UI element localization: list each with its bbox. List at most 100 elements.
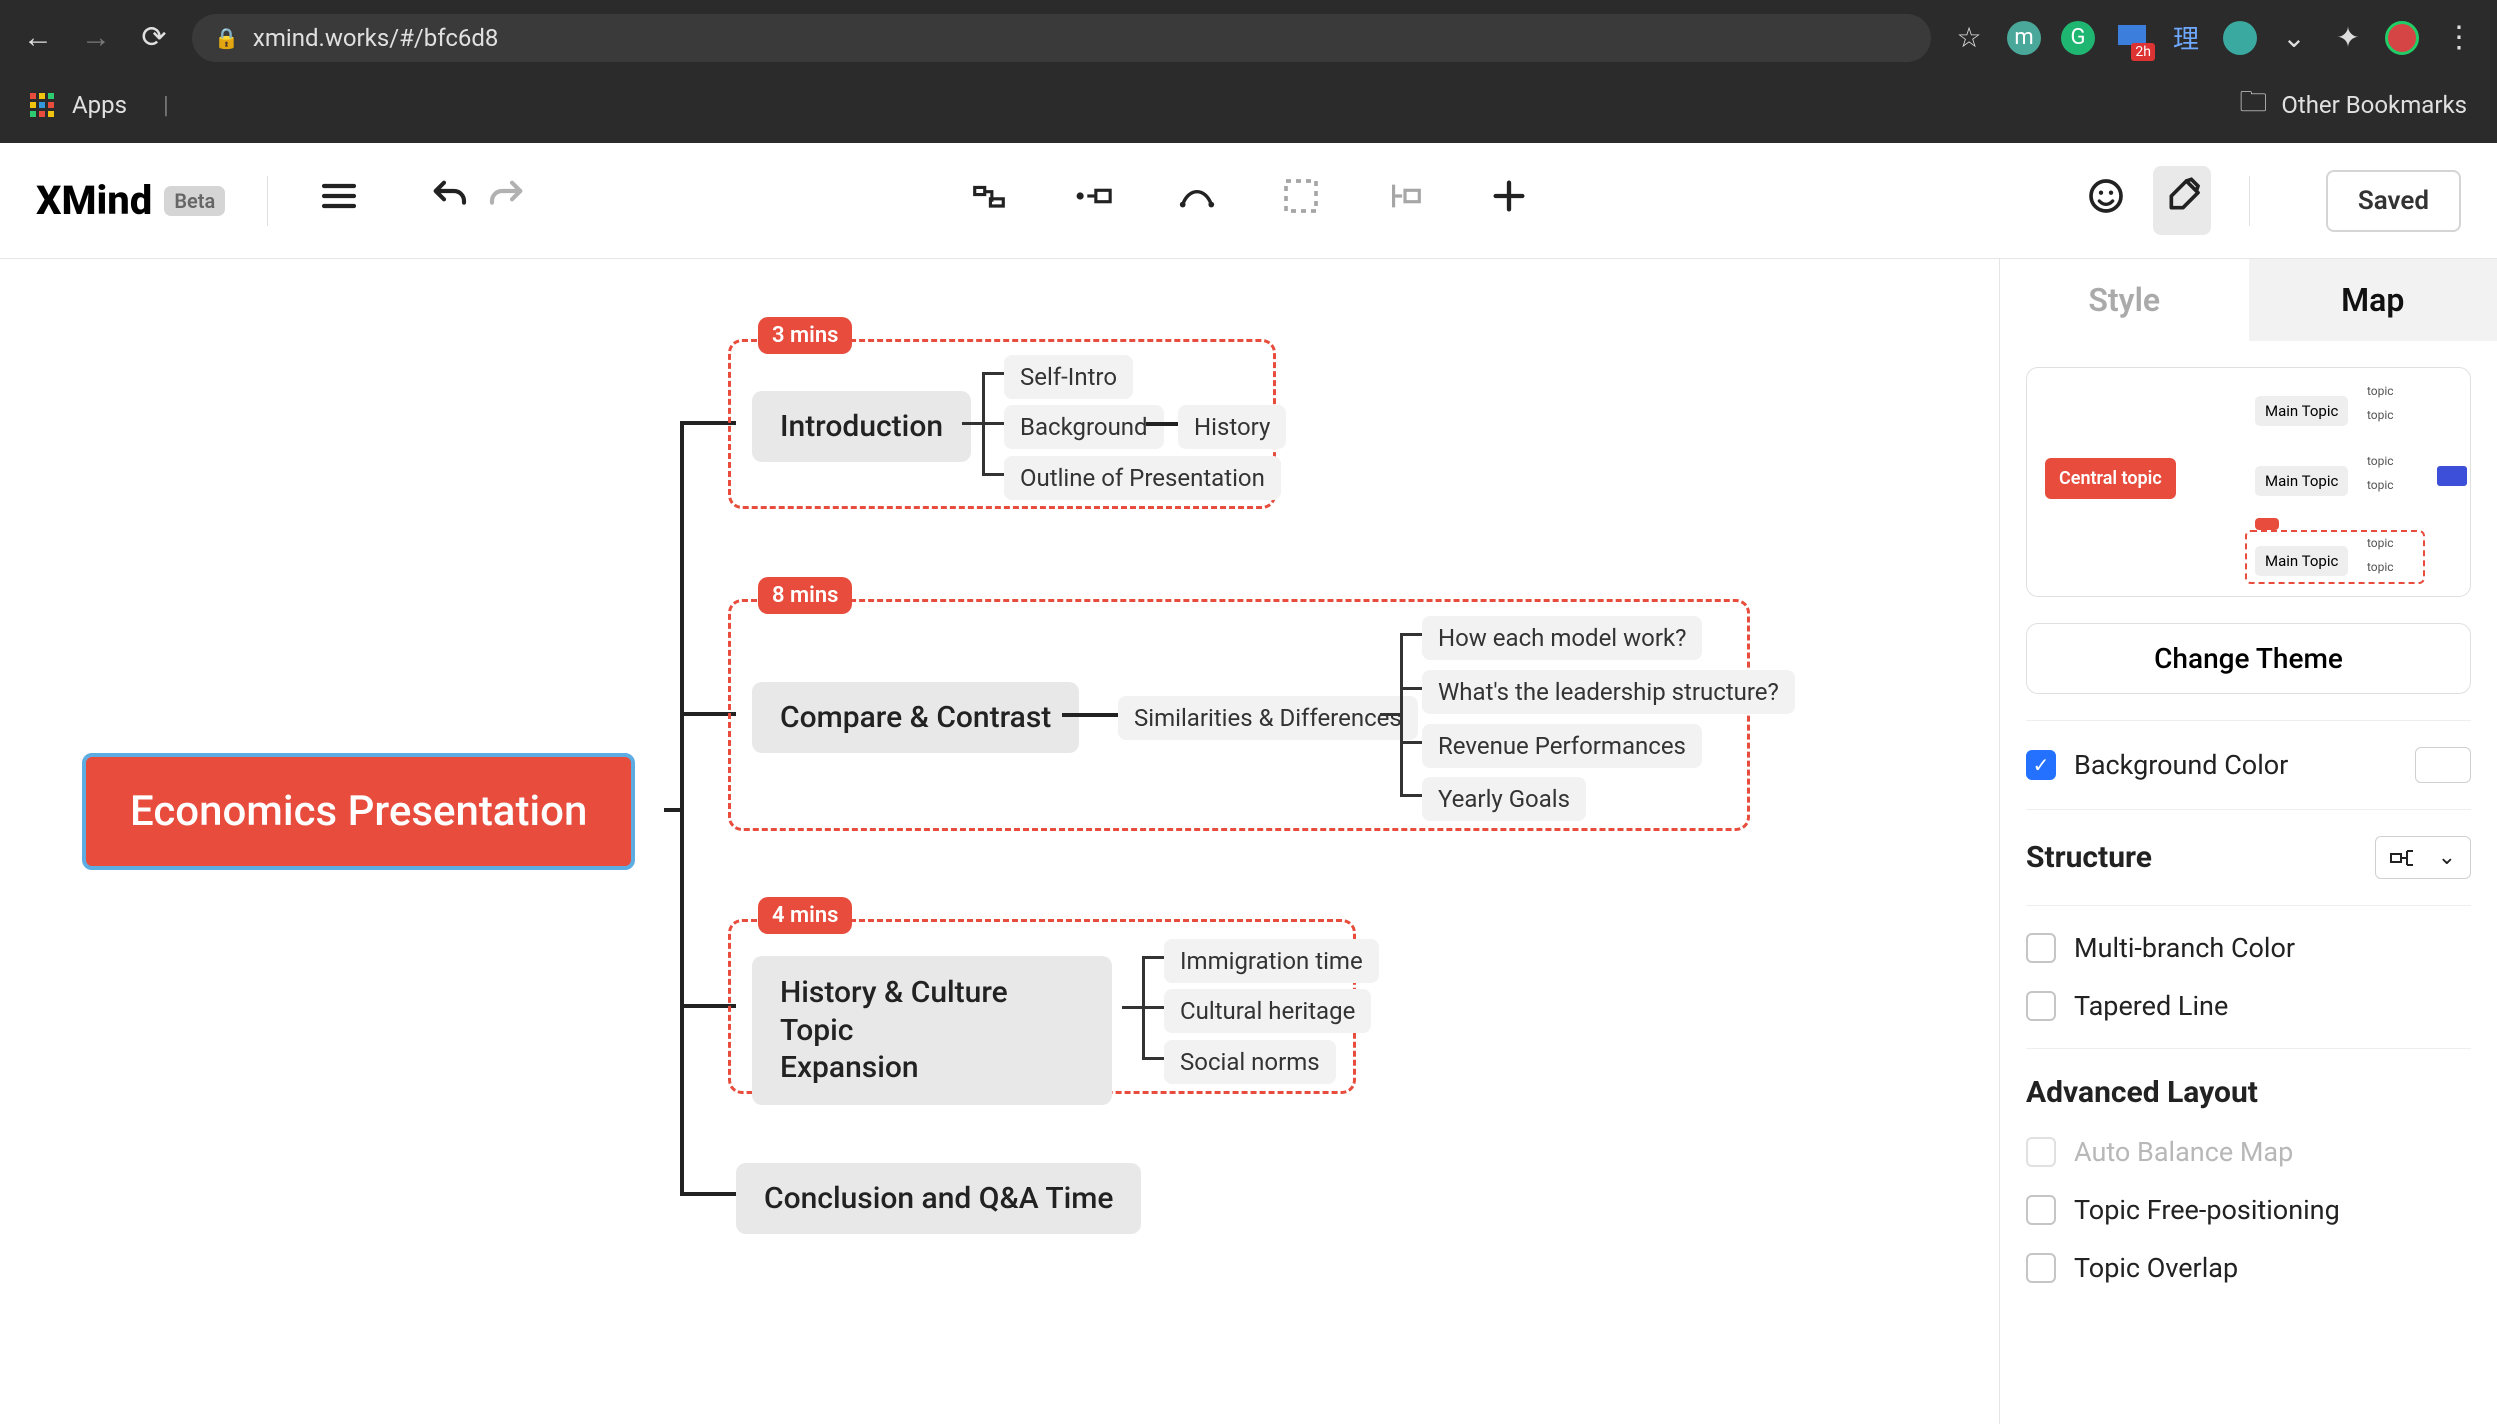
mindmap-canvas[interactable]: Economics Presentation 3 mins Introducti…: [0, 259, 1999, 1424]
redo-button[interactable]: [478, 176, 536, 225]
plus-icon: [1489, 176, 1529, 216]
pocket-icon[interactable]: ⌄: [2277, 21, 2311, 55]
topic-introduction[interactable]: Introduction: [752, 391, 971, 462]
saved-button[interactable]: Saved: [2326, 170, 2461, 232]
connector: [982, 473, 1004, 476]
apps-icon[interactable]: [30, 93, 54, 117]
subtopic[interactable]: How each model work?: [1422, 616, 1702, 660]
paint-icon: [2163, 176, 2203, 216]
url-text: xmind.works/#/bfc6d8: [253, 24, 499, 52]
auto-balance-label: Auto Balance Map: [2074, 1136, 2293, 1168]
topic-history[interactable]: History & Culture Topic Expansion: [752, 956, 1112, 1105]
tab-style[interactable]: Style: [2000, 259, 2249, 341]
preview-main-topic: Main Topic: [2255, 466, 2348, 496]
topic-overlap-checkbox[interactable]: [2026, 1253, 2056, 1283]
preview-topic: topic: [2367, 478, 2394, 492]
central-topic[interactable]: Economics Presentation: [82, 753, 635, 870]
preview-summary: [2437, 466, 2467, 486]
preview-boundary: [2245, 530, 2425, 584]
subtopic[interactable]: What's the leadership structure?: [1422, 670, 1795, 714]
time-badge[interactable]: 3 mins: [758, 317, 852, 354]
multi-branch-label: Multi-branch Color: [2074, 932, 2295, 964]
divider: [2026, 809, 2471, 810]
theme-preview[interactable]: Central topic Main Topic Main Topic Main…: [2026, 367, 2471, 597]
subtopic[interactable]: Similarities & Differences: [1118, 696, 1418, 740]
time-badge[interactable]: 4 mins: [758, 897, 852, 934]
preview-topic: topic: [2367, 560, 2394, 574]
topic-overlap-label: Topic Overlap: [2074, 1252, 2238, 1284]
undo-button[interactable]: [420, 176, 478, 225]
subtopic[interactable]: Immigration time: [1164, 939, 1379, 983]
connector: [1142, 956, 1164, 959]
subtopic[interactable]: Cultural heritage: [1164, 989, 1371, 1033]
boundary-icon: [1281, 176, 1321, 216]
change-theme-button[interactable]: Change Theme: [2026, 623, 2471, 694]
format-button[interactable]: [2153, 166, 2211, 235]
structure-select[interactable]: ⌄: [2375, 836, 2471, 879]
subtopic[interactable]: Outline of Presentation: [1004, 456, 1281, 500]
ext-icon-g[interactable]: G: [2061, 21, 2095, 55]
back-button[interactable]: ←: [18, 20, 58, 55]
smiley-icon: [2086, 176, 2126, 216]
beta-badge: Beta: [164, 186, 225, 216]
subtopic[interactable]: Revenue Performances: [1422, 724, 1702, 768]
connector: [1400, 687, 1422, 690]
toolbar-separator-right: [2249, 176, 2250, 226]
connector: [1380, 713, 1402, 716]
star-button[interactable]: ☆: [1949, 21, 1989, 54]
connector: [1400, 794, 1422, 797]
subtopic[interactable]: Yearly Goals: [1422, 777, 1586, 821]
relationship-button[interactable]: [1168, 176, 1226, 225]
ext-icon-cjk[interactable]: 理: [2169, 21, 2203, 55]
other-bookmarks[interactable]: Other Bookmarks: [2281, 91, 2467, 119]
topic-conclusion[interactable]: Conclusion and Q&A Time: [736, 1163, 1141, 1234]
topic-compare[interactable]: Compare & Contrast: [752, 682, 1079, 753]
subtopic[interactable]: Social norms: [1164, 1040, 1336, 1084]
subtopic-button[interactable]: [960, 176, 1018, 225]
profile-icon[interactable]: [2385, 21, 2419, 55]
ext-icon-m[interactable]: m: [2007, 21, 2041, 55]
time-badge[interactable]: 8 mins: [758, 577, 852, 614]
emoji-button[interactable]: [2077, 176, 2135, 225]
preview-topic: topic: [2367, 384, 2394, 398]
structure-icon: [2390, 846, 2424, 870]
connector: [1122, 1006, 1144, 1009]
toolbar-separator: [267, 176, 268, 226]
connector: [982, 372, 1004, 375]
preview-main-topic: Main Topic: [2255, 396, 2348, 426]
connector: [680, 421, 684, 1196]
menu-button[interactable]: [310, 176, 368, 225]
advanced-layout-label: Advanced Layout: [2026, 1075, 2471, 1110]
apps-label[interactable]: Apps: [72, 91, 127, 119]
background-color-checkbox[interactable]: ✓: [2026, 750, 2056, 780]
relationship-icon: [1177, 176, 1217, 216]
format-sidebar: Style Map Central topic Main Topic Main …: [1999, 259, 2497, 1424]
subtopic[interactable]: Background: [1004, 405, 1164, 449]
browser-menu[interactable]: ⋮: [2439, 20, 2479, 55]
ext-icon-blue[interactable]: 2h: [2115, 21, 2149, 55]
extensions-icon[interactable]: ✦: [2331, 21, 2365, 55]
tab-map[interactable]: Map: [2249, 259, 2497, 341]
background-color-swatch[interactable]: [2415, 747, 2471, 783]
tapered-line-checkbox[interactable]: [2026, 991, 2056, 1021]
ext-icon-teal[interactable]: [2223, 21, 2257, 55]
subtopic[interactable]: History: [1178, 405, 1286, 449]
preview-central: Central topic: [2045, 458, 2176, 499]
url-bar[interactable]: 🔒 xmind.works/#/bfc6d8: [192, 14, 1931, 62]
free-positioning-checkbox[interactable]: [2026, 1195, 2056, 1225]
forward-button[interactable]: →: [76, 20, 116, 55]
summary-button[interactable]: [1376, 176, 1434, 225]
insert-button[interactable]: [1480, 176, 1538, 225]
badge-2h: 2h: [2131, 43, 2155, 61]
connector: [1400, 633, 1403, 797]
topic-after-button[interactable]: [1064, 176, 1122, 225]
connector: [962, 422, 984, 425]
boundary-button[interactable]: [1272, 176, 1330, 225]
connector: [1400, 741, 1422, 744]
multi-branch-checkbox[interactable]: [2026, 933, 2056, 963]
reload-button[interactable]: ⟳: [134, 20, 174, 55]
subtopic[interactable]: Self-Intro: [1004, 355, 1133, 399]
structure-label: Structure: [2026, 840, 2152, 875]
bookmark-sep: |: [163, 91, 169, 119]
connector: [1142, 1006, 1164, 1009]
